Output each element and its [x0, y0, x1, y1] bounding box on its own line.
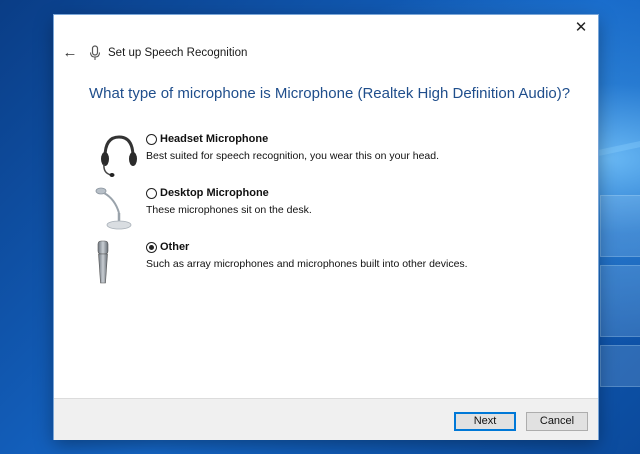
- close-button[interactable]: ✕: [570, 19, 592, 37]
- cancel-button[interactable]: Cancel: [526, 412, 588, 431]
- other-radio-row[interactable]: Other: [146, 239, 189, 255]
- option-headset: Headset Microphone Best suited for speec…: [89, 131, 569, 181]
- microphone-icon: [88, 45, 102, 61]
- close-icon: ✕: [574, 19, 588, 36]
- dialog-footer: Next Cancel: [54, 398, 598, 440]
- desktop-microphone-icon: [89, 185, 143, 235]
- desktop-label[interactable]: Desktop Microphone: [160, 187, 269, 199]
- next-button[interactable]: Next: [454, 412, 516, 431]
- window-title: Set up Speech Recognition: [108, 47, 248, 59]
- back-button[interactable]: ←: [62, 45, 78, 61]
- headset-description: Best suited for speech recognition, you …: [146, 150, 440, 162]
- other-radio[interactable]: [146, 241, 157, 253]
- desktop-description: These microphones sit on the desk.: [146, 204, 312, 216]
- page-question: What type of microphone is Microphone (R…: [89, 85, 571, 102]
- wallpaper-window-pane: [600, 265, 640, 337]
- other-label[interactable]: Other: [160, 241, 189, 253]
- handheld-microphone-icon: [89, 239, 143, 289]
- headset-label[interactable]: Headset Microphone: [160, 133, 268, 145]
- option-other: Other Such as array microphones and micr…: [89, 239, 569, 289]
- option-desktop: Desktop Microphone These microphones sit…: [89, 185, 569, 235]
- wallpaper-light-beam: [598, 137, 640, 156]
- wallpaper-window-pane: [600, 195, 640, 257]
- other-description: Such as array microphones and microphone…: [146, 258, 468, 270]
- headset-radio[interactable]: [146, 133, 157, 145]
- desktop-radio-row[interactable]: Desktop Microphone: [146, 185, 269, 201]
- nav-row: ← Set up Speech Recognition: [62, 43, 248, 63]
- headset-radio-row[interactable]: Headset Microphone: [146, 131, 268, 147]
- back-arrow-icon: ←: [62, 44, 78, 61]
- desktop-radio[interactable]: [146, 187, 157, 199]
- speech-recognition-dialog: ✕ ← Set up Speech Recognition What type …: [54, 15, 598, 440]
- title-bar: ✕: [54, 15, 598, 41]
- wallpaper-window-pane: [600, 345, 640, 387]
- headset-icon: [89, 131, 143, 181]
